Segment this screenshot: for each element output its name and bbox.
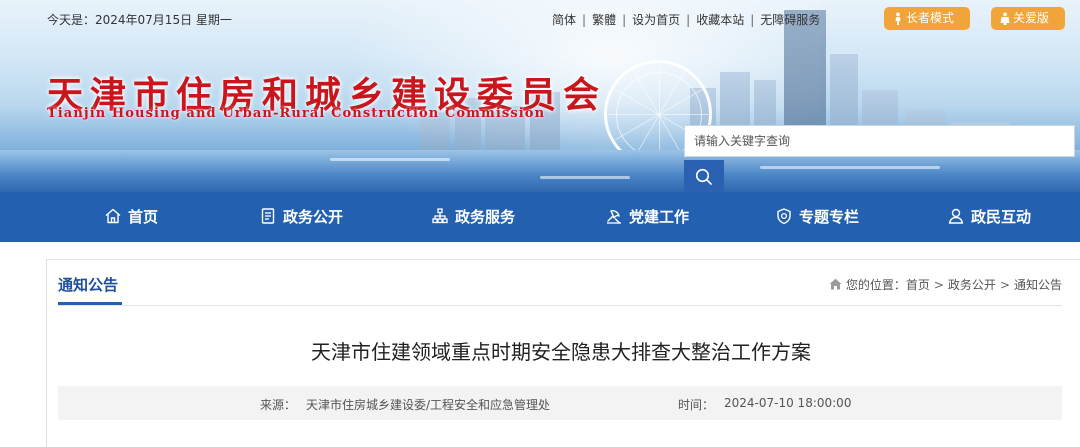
accessibility-link[interactable]: 无障碍服务 xyxy=(760,13,820,27)
source-label: 来源： xyxy=(260,398,297,412)
divider: | xyxy=(582,13,587,27)
nav-item-party-building[interactable]: 党建工作 xyxy=(605,192,689,242)
care-icon xyxy=(999,12,1011,25)
party-icon xyxy=(607,210,621,224)
divider: | xyxy=(686,13,691,27)
source-value: 天津市住房城乡建设委/工程安全和应急管理处 xyxy=(306,398,551,412)
article-title: 天津市住建领域重点时期安全隐患大排查大整治工作方案 xyxy=(311,340,811,364)
nav-item-label: 首页 xyxy=(128,208,159,226)
traditional-chinese-link[interactable]: 繁體 xyxy=(592,13,616,27)
breadcrumb-prefix: 您的位置： xyxy=(845,278,906,292)
breadcrumb-item-notices[interactable]: 通知公告 xyxy=(1014,278,1062,292)
user-icon xyxy=(948,208,964,224)
home-icon xyxy=(829,278,842,290)
nav-item-label: 政民互动 xyxy=(971,208,1032,226)
time-value: 2024-07-10 18:00:00 xyxy=(724,396,852,410)
river-glint xyxy=(540,176,630,179)
breadcrumb-separator: > xyxy=(933,278,944,292)
elder-icon xyxy=(892,12,904,25)
date-text: 今天是：2024年07月15日 星期一 xyxy=(47,13,232,27)
home-icon xyxy=(105,208,121,224)
breadcrumb: 您的位置：首页 > 政务公开 > 通知公告 xyxy=(829,276,1062,293)
care-version-label: 关爱版 xyxy=(1013,11,1050,25)
nav-item-government-services[interactable]: 政务服务 xyxy=(431,192,515,242)
search-icon xyxy=(695,168,712,185)
nav-item-label: 政务服务 xyxy=(455,208,516,226)
river-glint xyxy=(760,166,940,169)
time-label: 时间： xyxy=(678,398,715,412)
search-button[interactable] xyxy=(684,160,724,192)
breadcrumb-separator: > xyxy=(999,278,1010,292)
main-nav: 首页 政务公开 政务服务 党建工作 专题专栏 政民互动 xyxy=(0,192,1080,242)
breadcrumb-item-government-affairs[interactable]: 政务公开 xyxy=(948,278,996,292)
nav-item-special-topics[interactable]: 专题专栏 xyxy=(775,192,859,242)
nav-item-label: 专题专栏 xyxy=(799,208,860,226)
divider: | xyxy=(622,13,627,27)
top-bar: 今天是：2024年07月15日 星期一 简体 | 繁體 | 设为首页 | 收藏本站 | 无障碍服… xyxy=(0,0,1080,34)
simplified-chinese-link[interactable]: 简体 xyxy=(552,13,576,27)
elder-mode-button[interactable]: 长者模式 xyxy=(884,7,970,30)
care-version-button[interactable]: 关爱版 xyxy=(991,7,1065,30)
divider xyxy=(58,305,1062,306)
site-subtitle: Tianjin Housing and Urban-Rural Construc… xyxy=(47,106,546,121)
org-chart-icon xyxy=(432,208,448,224)
top-links: 简体 | 繁體 | 设为首页 | 收藏本站 | 无障碍服务 xyxy=(552,11,820,28)
nav-item-government-affairs[interactable]: 政务公开 xyxy=(259,192,343,242)
bookmark-link[interactable]: 收藏本站 xyxy=(696,13,744,27)
search-input[interactable] xyxy=(684,125,1075,157)
nav-item-home[interactable]: 首页 xyxy=(104,192,158,242)
divider: | xyxy=(750,13,755,27)
document-icon xyxy=(261,208,275,224)
elder-mode-label: 长者模式 xyxy=(906,11,955,25)
breadcrumb-item-home[interactable]: 首页 xyxy=(906,278,930,292)
river-glint xyxy=(330,158,450,161)
set-homepage-link[interactable]: 设为首页 xyxy=(632,13,680,27)
topic-icon xyxy=(777,208,791,225)
nav-item-label: 政务公开 xyxy=(283,208,344,226)
page: 今天是：2024年07月15日 星期一 简体 | 繁體 | 设为首页 | 收藏本站 | 无障碍服… xyxy=(0,0,1080,447)
section-tab-notices[interactable]: 通知公告 xyxy=(58,274,118,295)
nav-item-label: 党建工作 xyxy=(629,208,690,226)
nav-item-public-interaction[interactable]: 政民互动 xyxy=(947,192,1031,242)
article-meta-bar: 来源： 天津市住房城乡建设委/工程安全和应急管理处 时间： 2024-07-10… xyxy=(58,386,1062,420)
